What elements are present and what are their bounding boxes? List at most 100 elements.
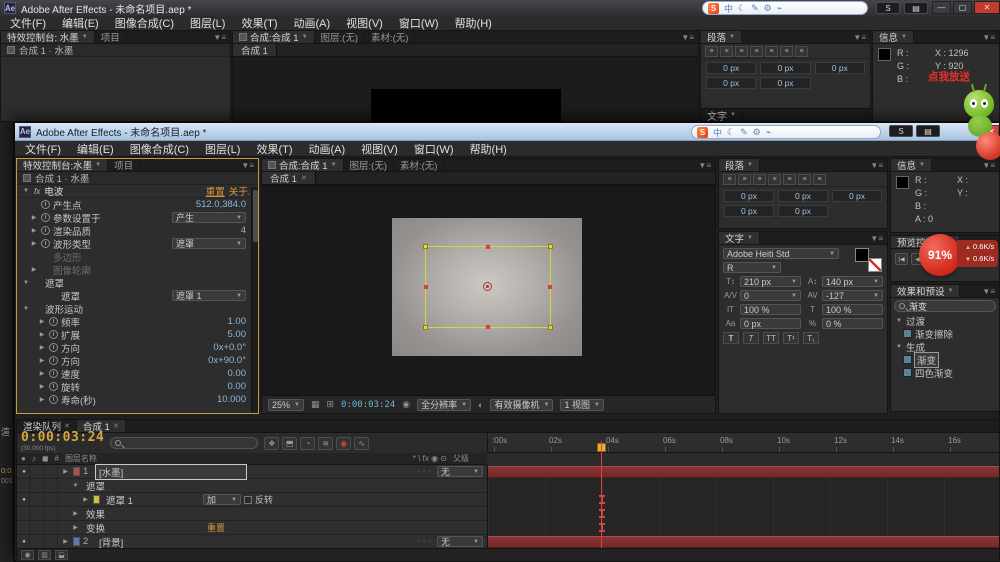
layer-name-column[interactable]: 图层名称	[65, 453, 97, 464]
tab-footage[interactable]: 素材:(无)	[365, 31, 415, 43]
current-timecode[interactable]: 0:00:03:24	[21, 432, 104, 443]
effect-center-point[interactable]	[483, 282, 492, 291]
menu-编辑(E)[interactable]: 编辑(E)	[62, 15, 99, 31]
layer-row[interactable]: ● ▶ 1 [水墨] ◦◦◦ 无▼	[17, 465, 487, 479]
layer-duration-bar[interactable]	[488, 536, 999, 548]
layer-duration-bar[interactable]	[488, 466, 999, 478]
paragraph-indent-field[interactable]: 0 px	[706, 62, 756, 74]
stopwatch-icon[interactable]	[49, 369, 58, 378]
expand-arrow-icon[interactable]: ▶	[38, 383, 46, 390]
close-tab-icon[interactable]: ✕	[301, 174, 307, 182]
paragraph-align-icon[interactable]: ≡	[780, 46, 793, 57]
input-language-indicator[interactable]: 中	[724, 2, 733, 15]
tab-project[interactable]: 项目	[95, 31, 127, 43]
mask-color-chip[interactable]	[93, 495, 100, 504]
property-value[interactable]: 0.00	[228, 381, 247, 392]
effect-property-row[interactable]: ▼遮罩	[17, 276, 258, 289]
lock-toggle[interactable]	[47, 465, 58, 478]
menu-图像合成(C)[interactable]: 图像合成(C)	[115, 15, 174, 31]
reset-link[interactable]: 重置	[207, 521, 225, 534]
comp-subtab[interactable]: 合成 1✕	[262, 172, 316, 184]
expand-arrow-icon[interactable]: ▶	[81, 496, 90, 503]
tab-info[interactable]: 信息▼	[891, 159, 932, 171]
timeline-track-area[interactable]	[487, 465, 999, 549]
sogou-input-toolbar[interactable]: S 中 ☾ ✎ ⚙ ⌁	[702, 1, 868, 15]
frame-blend-icon[interactable]: ≋	[318, 437, 333, 450]
current-time-indicator-line[interactable]	[601, 441, 602, 548]
layer-switches[interactable]: ◦◦◦	[418, 538, 434, 545]
mask-handle[interactable]	[423, 244, 428, 249]
promo-badge[interactable]: 点我放送	[928, 69, 970, 84]
input-language-indicator[interactable]: 中	[713, 126, 722, 139]
stopwatch-icon[interactable]	[49, 395, 58, 404]
fast-preview-icon[interactable]: ◐	[478, 400, 483, 410]
paragraph-indent-field[interactable]: 0 px	[815, 62, 865, 74]
expand-layer-switches-icon[interactable]: ◉	[21, 550, 34, 560]
expand-arrow-icon[interactable]: ▼	[895, 318, 903, 324]
expand-arrow-icon[interactable]: ▶	[38, 370, 46, 377]
expand-arrow-icon[interactable]: ▶	[30, 227, 38, 234]
tab-character[interactable]: 文字▼	[719, 232, 760, 244]
sogou-input-toolbar[interactable]: S 中 ☾ ✎ ⚙ ⌁	[691, 125, 881, 139]
pen-icon[interactable]: ✎	[751, 3, 759, 14]
paragraph-align-icon[interactable]: ≡	[750, 46, 763, 57]
paragraph-align-icon[interactable]: ≡	[798, 174, 811, 185]
mask-midpoint[interactable]	[424, 285, 428, 289]
tab-character-collapsed[interactable]: 文字▼	[701, 109, 743, 121]
mask-outline[interactable]	[425, 246, 551, 328]
camera-select[interactable]: 有效摄像机▼	[490, 399, 553, 411]
graph-editor-icon[interactable]: ∿	[354, 437, 369, 450]
comp-subtab[interactable]: 合成 1	[233, 44, 277, 56]
faux-bold-icon[interactable]: T	[723, 332, 739, 344]
stopwatch-icon[interactable]	[49, 356, 58, 365]
gear-icon[interactable]: ⚙	[764, 3, 772, 14]
effect-property-row[interactable]: ▶渲染品质4	[17, 224, 258, 237]
effects-preset-item[interactable]: 渐变	[891, 353, 999, 366]
paragraph-align-icon[interactable]: ≡	[783, 174, 796, 185]
panel-menu-icon[interactable]: ▼≡	[694, 159, 715, 171]
expand-arrow-icon[interactable]: ▶	[38, 318, 46, 325]
sogou-logo-icon[interactable]: S	[697, 127, 708, 138]
close-button[interactable]: ✕	[974, 1, 1000, 14]
tab-paragraph[interactable]: 段落▼	[719, 159, 760, 171]
property-value[interactable]: 5.00	[228, 329, 247, 340]
mask-name[interactable]: 遮罩 1	[103, 493, 136, 507]
property-value[interactable]: 0x+0.0°	[213, 342, 246, 353]
parent-select[interactable]: 无▼	[437, 466, 483, 477]
tracking-select[interactable]: -127▼	[822, 290, 883, 301]
effects-category[interactable]: ▼过渡	[891, 314, 999, 327]
paragraph-indent-field[interactable]: 0 px	[724, 190, 774, 202]
expand-arrow-icon[interactable]: ▼	[71, 483, 80, 489]
kerning-select[interactable]: 0▼	[740, 290, 801, 301]
parent-column[interactable]: 父级	[453, 453, 469, 464]
menu-文件(F)[interactable]: 文件(F)	[10, 15, 46, 31]
stopwatch-icon[interactable]	[49, 330, 58, 339]
expand-arrow-icon[interactable]: ▶	[38, 344, 46, 351]
expand-arrow-icon[interactable]: ▼	[22, 188, 30, 194]
effect-property-row[interactable]: ▶参数设置于产生▼	[17, 211, 258, 224]
stopwatch-icon[interactable]	[41, 239, 50, 248]
timeline-search-input[interactable]	[110, 437, 258, 449]
comp-timecode[interactable]: 0:00:03:24	[341, 400, 395, 410]
layer-color-chip[interactable]	[73, 467, 80, 476]
expand-arrow-icon[interactable]: ▶	[61, 468, 70, 475]
stroke-color-swatch[interactable]	[868, 258, 882, 272]
expand-arrow-icon[interactable]: ▶	[61, 538, 70, 545]
stopwatch-icon[interactable]	[49, 382, 58, 391]
tab-layer[interactable]: 图层:(无)	[315, 31, 365, 43]
tray-icon-s[interactable]: S	[889, 125, 913, 137]
stopwatch-icon[interactable]	[41, 226, 50, 235]
faux-italic-icon[interactable]: T	[743, 332, 759, 344]
effects-preset-item[interactable]: 四色渐变	[891, 366, 999, 379]
panel-menu-icon[interactable]: ▼≡	[866, 159, 887, 171]
property-value[interactable]: 512.0,384.0	[196, 199, 246, 210]
tab-composition[interactable]: 合成:合成 1▼	[262, 159, 344, 171]
effect-property-row[interactable]: ▶速度0.00	[17, 367, 258, 380]
paragraph-indent-field[interactable]: 0 px	[706, 77, 756, 89]
leading-select[interactable]: 140 px▼	[822, 276, 883, 287]
tab-footage[interactable]: 素材:(无)	[394, 159, 444, 171]
close-tab-icon[interactable]: ✕	[113, 422, 119, 430]
effect-property-row[interactable]: ▶波形类型遮罩▼	[17, 237, 258, 250]
menu-图像合成(C)[interactable]: 图像合成(C)	[130, 141, 189, 157]
mask-midpoint[interactable]	[486, 325, 490, 329]
